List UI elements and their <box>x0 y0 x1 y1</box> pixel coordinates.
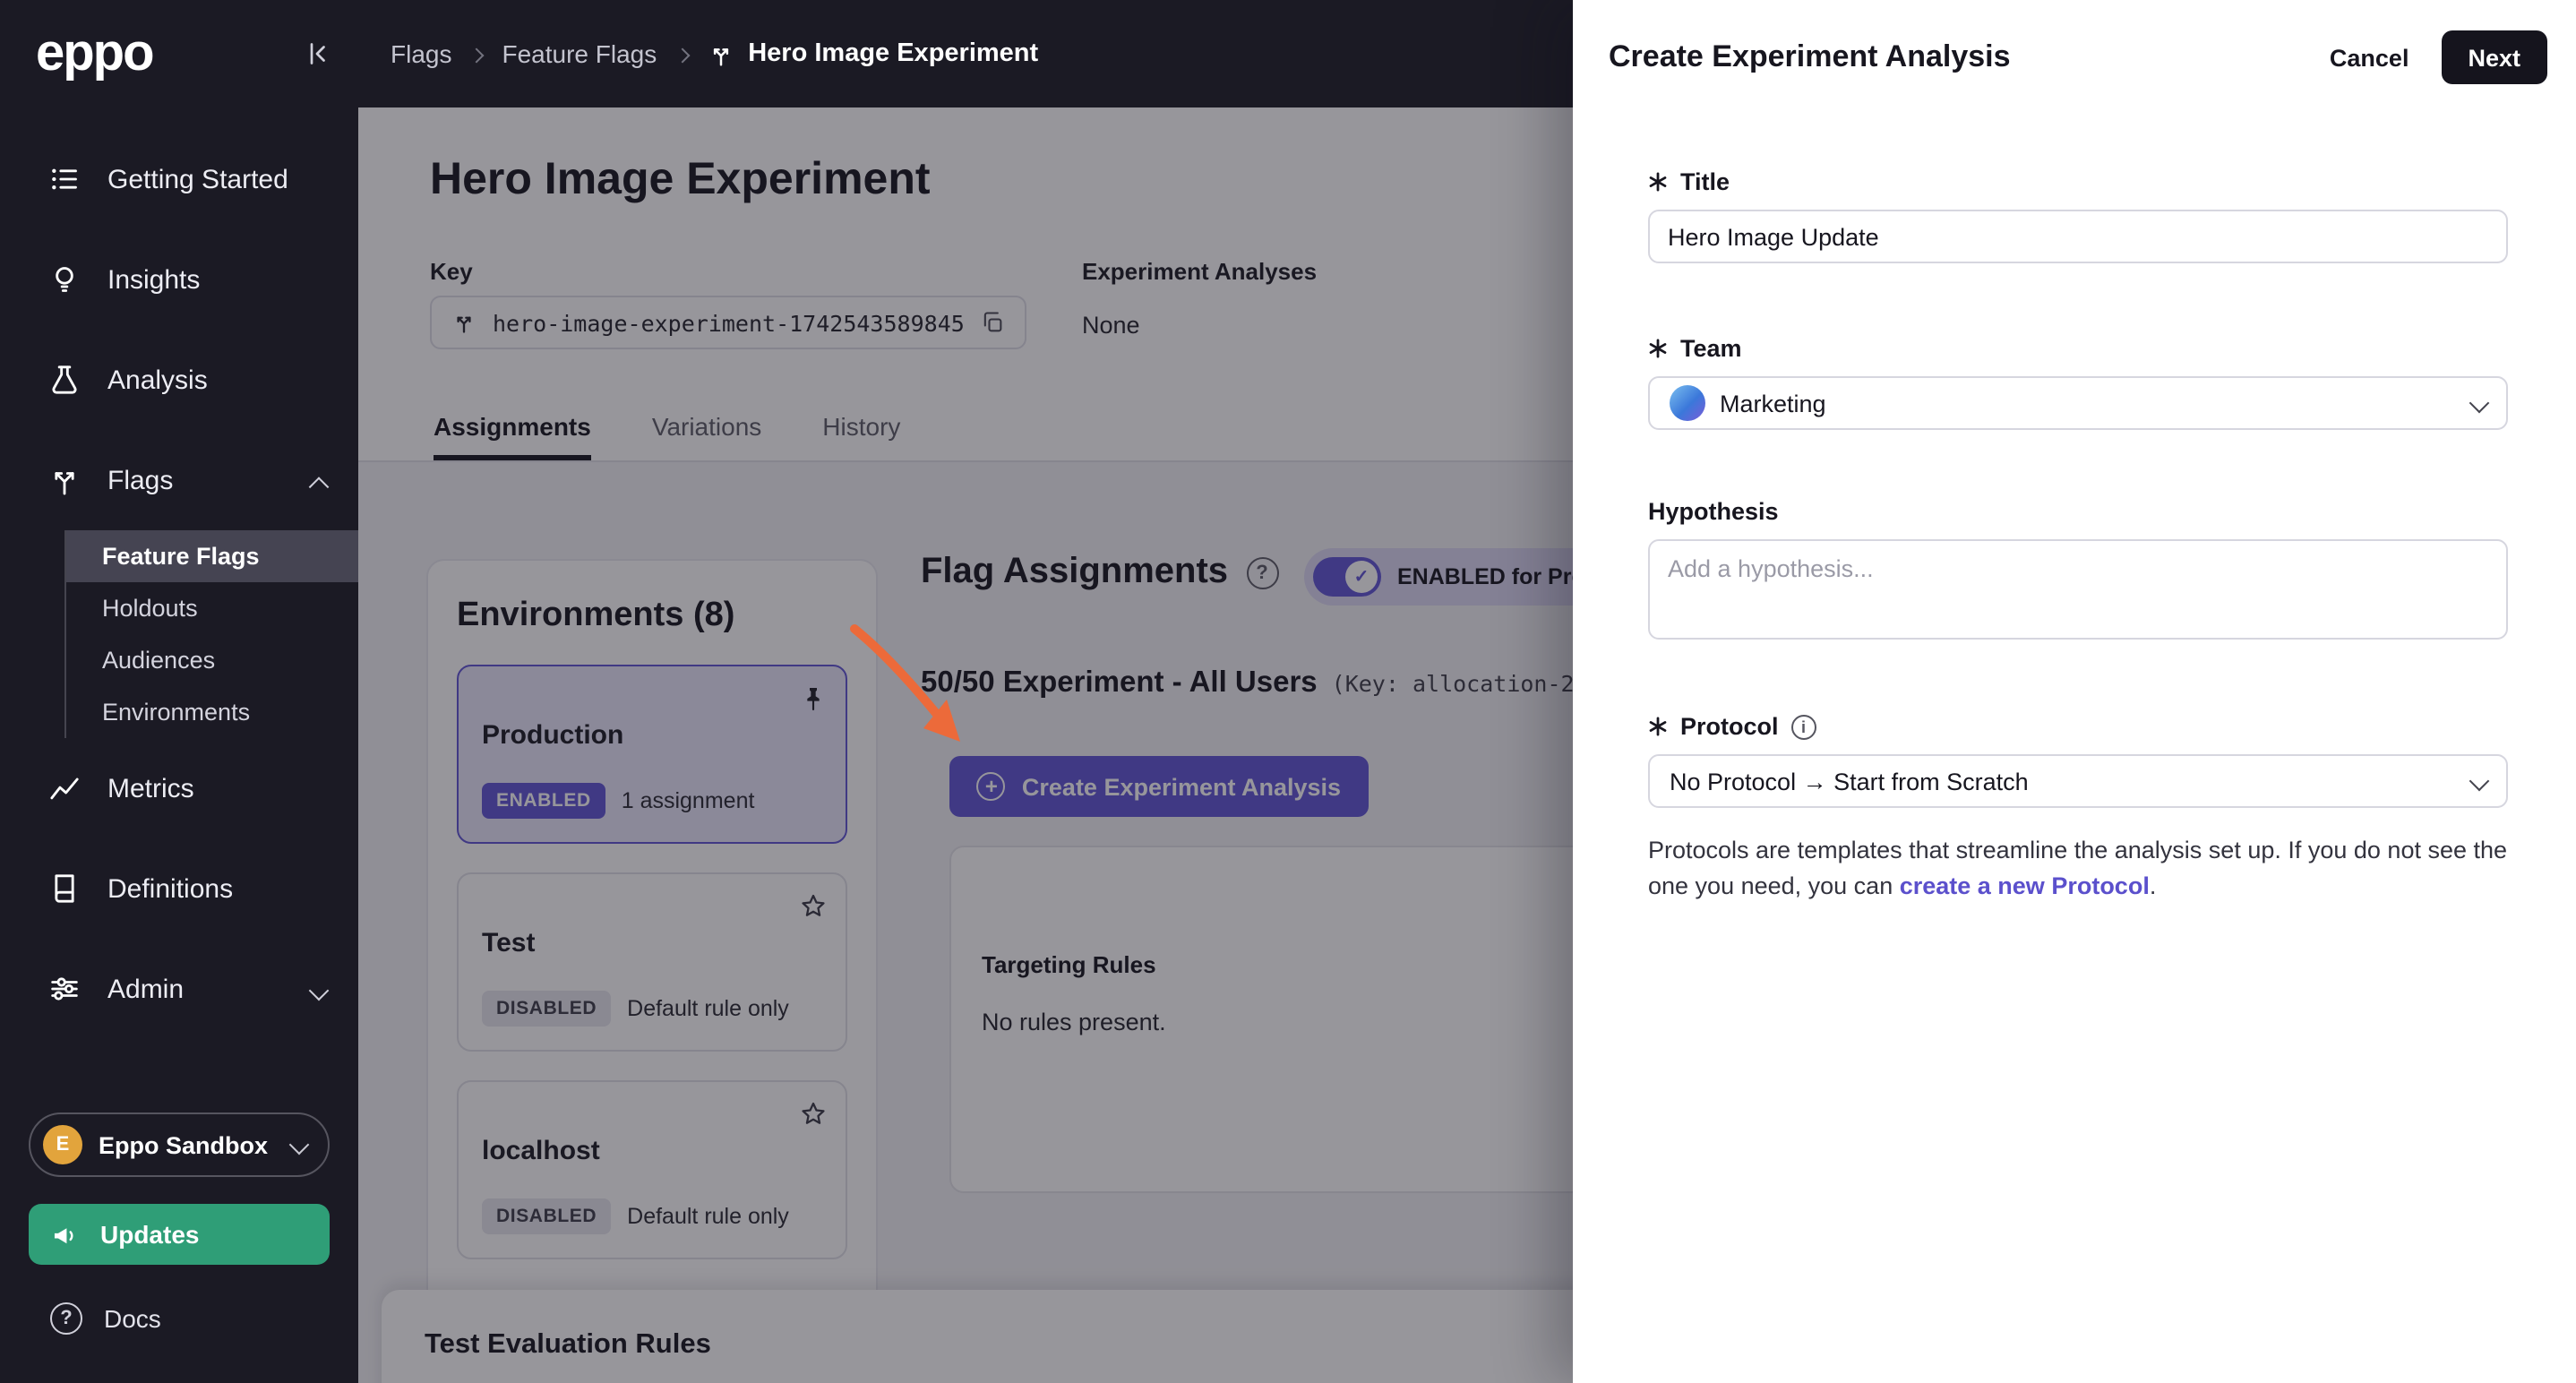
info-circle-icon[interactable]: i <box>1790 714 1816 739</box>
flags-subnav: Feature Flags Holdouts Audiences Environ… <box>64 530 358 738</box>
breadcrumb-current-label: Hero Image Experiment <box>748 39 1039 68</box>
create-protocol-link[interactable]: create a new Protocol <box>1900 872 2150 899</box>
question-circle-icon: ? <box>50 1302 82 1335</box>
drawer-header: Create Experiment Analysis Cancel Next <box>1573 0 2576 115</box>
protocol-label-text: Protocol <box>1680 713 1779 740</box>
checklist-icon <box>47 161 82 197</box>
cancel-button[interactable]: Cancel <box>2330 44 2409 71</box>
title-label: Title <box>1648 168 2508 195</box>
trend-chart-icon <box>47 770 82 806</box>
sidebar-item-admin[interactable]: Admin <box>0 939 358 1039</box>
app-root: eppo Getting Started Insights Analysis F… <box>0 0 2576 1383</box>
team-field-group: Team Marketing <box>1648 335 2508 430</box>
team-select[interactable]: Marketing <box>1648 376 2508 430</box>
updates-label: Updates <box>100 1220 200 1249</box>
team-avatar <box>1670 385 1705 421</box>
title-input[interactable] <box>1648 210 2508 263</box>
protocol-field-group: Protocol i No Protocol → Start from Scra… <box>1648 713 2508 905</box>
team-label-text: Team <box>1680 335 1742 362</box>
breadcrumb-current: Hero Image Experiment <box>707 39 1038 68</box>
docs-label: Docs <box>104 1304 161 1333</box>
workspace-switcher[interactable]: E Eppo Sandbox <box>29 1112 330 1177</box>
sidebar-item-label: Insights <box>107 264 201 295</box>
hypothesis-field-group: Hypothesis <box>1648 498 2508 649</box>
chevron-down-icon <box>2469 765 2490 797</box>
breadcrumb-feature-flags[interactable]: Feature Flags <box>502 39 657 68</box>
hypothesis-textarea[interactable] <box>1648 539 2508 640</box>
sidebar-item-metrics[interactable]: Metrics <box>0 738 358 838</box>
docs-link[interactable]: ? Docs <box>29 1290 161 1347</box>
sidebar-item-label: Analysis <box>107 365 208 395</box>
chevron-right-icon <box>674 38 690 70</box>
required-asterisk-icon <box>1648 339 1668 358</box>
create-experiment-analysis-drawer: Create Experiment Analysis Cancel Next T… <box>1573 0 2576 1383</box>
sidebar-item-analysis[interactable]: Analysis <box>0 330 358 430</box>
protocol-help-after: . <box>2149 872 2157 899</box>
protocol-select-value: No Protocol → Start from Scratch <box>1670 768 2029 795</box>
book-icon <box>47 871 82 906</box>
sidebar: eppo Getting Started Insights Analysis F… <box>0 0 358 1383</box>
team-label: Team <box>1648 335 2508 362</box>
required-asterisk-icon <box>1648 717 1668 736</box>
sidebar-item-label: Admin <box>107 974 185 1004</box>
sidebar-collapse-icon[interactable] <box>301 38 333 70</box>
sidebar-item-audiences[interactable]: Audiences <box>66 634 358 686</box>
title-label-text: Title <box>1680 168 1730 195</box>
protocol-help-text: Protocols are templates that streamline … <box>1648 833 2508 905</box>
sidebar-item-label: Definitions <box>107 873 234 904</box>
eppo-logo: eppo <box>36 24 155 82</box>
sidebar-item-definitions[interactable]: Definitions <box>0 838 358 939</box>
drawer-title: Create Experiment Analysis <box>1609 39 2011 73</box>
chevron-down-icon <box>308 974 330 1004</box>
sidebar-item-label: Flags <box>107 465 174 495</box>
drawer-form: Title Team Marketing <box>1573 168 2576 905</box>
sidebar-item-flags[interactable]: Flags <box>0 430 358 530</box>
sidebar-item-getting-started[interactable]: Getting Started <box>0 129 358 229</box>
sidebar-item-environments[interactable]: Environments <box>66 686 358 738</box>
protocol-select[interactable]: No Protocol → Start from Scratch <box>1648 754 2508 808</box>
title-field-group: Title <box>1648 168 2508 263</box>
lightbulb-icon <box>47 262 82 297</box>
megaphone-icon <box>50 1219 81 1250</box>
protocol-label: Protocol i <box>1648 713 2508 740</box>
sidebar-item-holdouts[interactable]: Holdouts <box>66 582 358 634</box>
chevron-right-icon <box>468 38 485 70</box>
breadcrumb-flags[interactable]: Flags <box>391 39 451 68</box>
sidebar-header: eppo <box>0 0 358 107</box>
sidebar-item-feature-flags[interactable]: Feature Flags <box>66 530 358 582</box>
updates-button[interactable]: Updates <box>29 1204 330 1265</box>
chevron-down-icon <box>2469 387 2490 419</box>
chevron-down-icon <box>288 1129 310 1161</box>
sidebar-item-label: Metrics <box>107 773 194 803</box>
chevron-up-icon <box>308 465 330 496</box>
flask-icon <box>47 362 82 398</box>
workspace-name: Eppo Sandbox <box>99 1131 268 1158</box>
required-asterisk-icon <box>1648 172 1668 192</box>
flag-split-icon <box>47 462 82 498</box>
workspace-avatar: E <box>43 1125 82 1164</box>
next-button[interactable]: Next <box>2441 30 2547 84</box>
sidebar-item-label: Getting Started <box>107 164 288 194</box>
hypothesis-label: Hypothesis <box>1648 498 2508 525</box>
team-select-value: Marketing <box>1720 390 1826 417</box>
sidebar-item-insights[interactable]: Insights <box>0 229 358 330</box>
sidebar-nav: Getting Started Insights Analysis Flags <box>0 129 358 1039</box>
flag-split-icon <box>707 40 734 67</box>
hypothesis-label-text: Hypothesis <box>1648 498 1779 525</box>
sliders-icon <box>47 971 82 1007</box>
